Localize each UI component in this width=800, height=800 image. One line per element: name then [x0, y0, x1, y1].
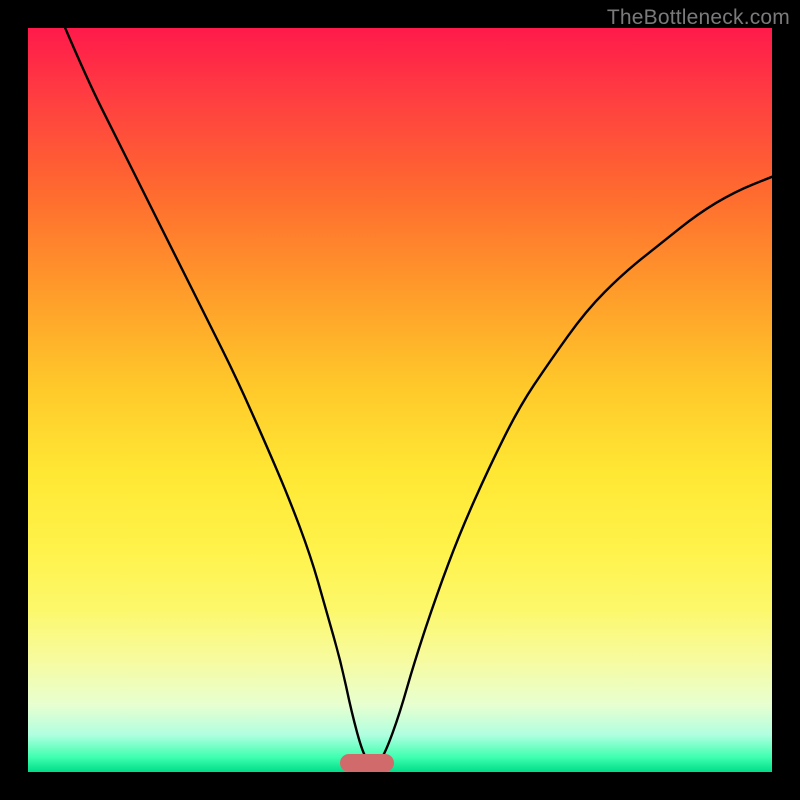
bottleneck-curve [28, 28, 772, 772]
plot-area [28, 28, 772, 772]
watermark-text: TheBottleneck.com [607, 6, 790, 30]
optimal-marker [340, 754, 394, 772]
chart-frame: TheBottleneck.com [0, 0, 800, 800]
